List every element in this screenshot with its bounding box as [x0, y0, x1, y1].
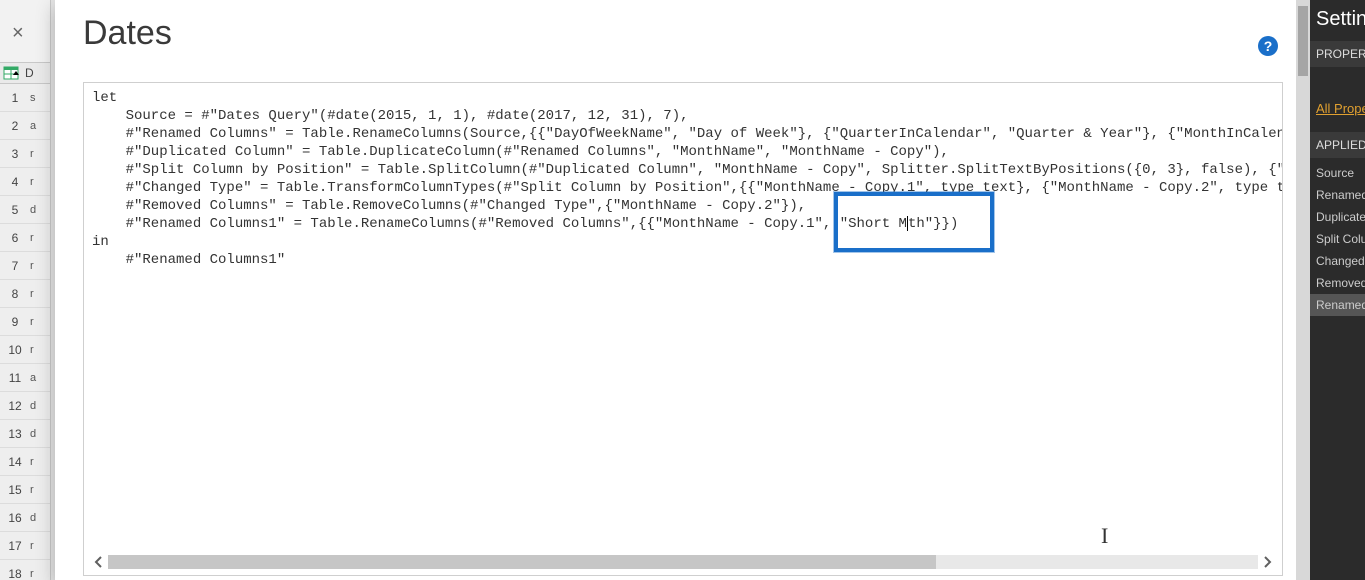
row-number: 10 [0, 343, 30, 357]
row-number: 7 [0, 259, 30, 273]
column-header-letter: D [25, 66, 34, 80]
row-data-fragment: r [30, 148, 50, 160]
code-pre-caret: let Source = #"Dates Query"(#date(2015, … [92, 90, 1283, 232]
all-properties-link[interactable]: All Properties [1310, 97, 1365, 120]
row-number-cell[interactable]: 6r [0, 224, 50, 252]
applied-step[interactable]: Removed Columns [1310, 272, 1365, 294]
row-number-cell[interactable]: 17r [0, 532, 50, 560]
row-data-fragment: r [30, 316, 50, 328]
scroll-thumb[interactable] [108, 555, 936, 569]
scroll-right-button[interactable] [1258, 553, 1276, 571]
scroll-track[interactable] [108, 555, 1258, 569]
code-text[interactable]: let Source = #"Dates Query"(#date(2015, … [84, 83, 1283, 275]
row-number: 1 [0, 91, 30, 105]
row-data-fragment: d [30, 400, 50, 412]
properties-section-header: PROPERTIES [1310, 41, 1365, 67]
row-number: 13 [0, 427, 30, 441]
row-data-fragment: r [30, 260, 50, 272]
help-icon[interactable]: ? [1258, 36, 1278, 56]
row-number-cell[interactable]: 7r [0, 252, 50, 280]
row-number-cell[interactable]: 5d [0, 196, 50, 224]
applied-step[interactable]: Source [1310, 162, 1365, 184]
row-number-cell[interactable]: 13d [0, 420, 50, 448]
row-number-cell[interactable]: 16d [0, 504, 50, 532]
vscroll-thumb[interactable] [1298, 6, 1308, 76]
row-number-cell[interactable]: 2a [0, 112, 50, 140]
close-icon[interactable]: × [12, 22, 24, 45]
row-number: 12 [0, 399, 30, 413]
ibeam-cursor-icon: I [1101, 523, 1108, 549]
row-number: 16 [0, 511, 30, 525]
row-number-cell[interactable]: 15r [0, 476, 50, 504]
row-number-cell[interactable]: 1s [0, 84, 50, 112]
row-data-fragment: r [30, 176, 50, 188]
row-number-cell[interactable]: 11a [0, 364, 50, 392]
row-number: 17 [0, 539, 30, 553]
row-number: 11 [0, 371, 30, 385]
settings-title: Settings [1310, 0, 1365, 41]
row-data-fragment: r [30, 344, 50, 356]
row-data-fragment: s [30, 92, 50, 104]
applied-step[interactable]: Changed Type [1310, 250, 1365, 272]
row-number: 3 [0, 147, 30, 161]
row-number: 5 [0, 203, 30, 217]
row-data-fragment: r [30, 288, 50, 300]
row-number-cell[interactable]: 10r [0, 336, 50, 364]
row-data-fragment: d [30, 204, 50, 216]
row-number-cell[interactable]: 9r [0, 308, 50, 336]
row-number: 14 [0, 455, 30, 469]
row-data-fragment: d [30, 428, 50, 440]
app-vertical-scrollbar[interactable] [1296, 0, 1310, 580]
row-data-fragment: r [30, 484, 50, 496]
row-number-cell[interactable]: 8r [0, 280, 50, 308]
row-number: 18 [0, 567, 30, 580]
row-number-cell[interactable]: 18r [0, 560, 50, 580]
row-number: 2 [0, 119, 30, 133]
grid-header-blank: × [0, 0, 50, 62]
row-data-fragment: d [30, 512, 50, 524]
row-number-cell[interactable]: 3r [0, 140, 50, 168]
table-icon[interactable] [3, 65, 19, 81]
row-data-fragment: r [30, 456, 50, 468]
row-number: 6 [0, 231, 30, 245]
row-data-fragment: r [30, 568, 50, 580]
row-data-fragment: a [30, 372, 50, 384]
row-number-cell[interactable]: 14r [0, 448, 50, 476]
grid-column-header[interactable]: D [0, 62, 50, 84]
code-editor[interactable]: let Source = #"Dates Query"(#date(2015, … [83, 82, 1283, 576]
scroll-left-button[interactable] [90, 553, 108, 571]
applied-steps-section-header: APPLIED STEPS [1310, 132, 1365, 158]
row-data-fragment: r [30, 232, 50, 244]
applied-step[interactable]: Renamed Columns [1310, 184, 1365, 206]
query-settings-panel: Settings PROPERTIES All Properties APPLI… [1310, 0, 1365, 580]
data-grid-left-edge: × D 1s2a3r4r5d6r7r8r9r10r11a12d13d14r15r… [0, 0, 51, 580]
row-number: 4 [0, 175, 30, 189]
applied-step[interactable]: Split Column by Position [1310, 228, 1365, 250]
row-number-cell[interactable]: 4r [0, 168, 50, 196]
row-data-fragment: a [30, 120, 50, 132]
row-number-cell[interactable]: 12d [0, 392, 50, 420]
horizontal-scrollbar[interactable] [90, 553, 1276, 571]
row-number: 8 [0, 287, 30, 301]
row-data-fragment: r [30, 540, 50, 552]
row-number: 9 [0, 315, 30, 329]
dialog-title: Dates [83, 14, 172, 53]
applied-step[interactable]: Duplicated Column [1310, 206, 1365, 228]
applied-step[interactable]: Renamed Columns1 [1310, 294, 1365, 316]
row-number: 15 [0, 483, 30, 497]
advanced-editor-dialog: Dates ? let Source = #"Dates Query"(#dat… [55, 0, 1300, 580]
